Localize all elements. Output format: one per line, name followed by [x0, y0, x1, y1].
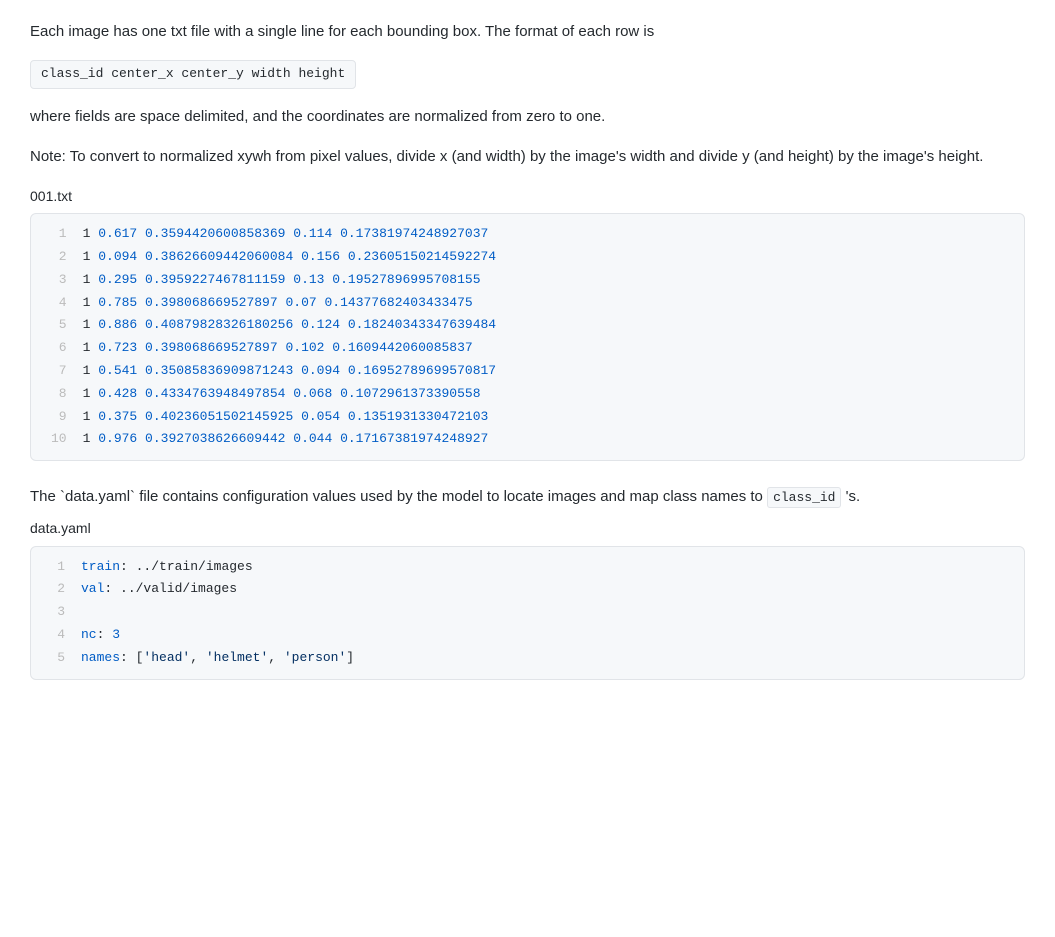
table-row: 4nc: 3 [31, 624, 1024, 647]
line-number: 2 [31, 246, 83, 269]
line-number: 7 [31, 360, 83, 383]
line-code: 1 0.295 0.3959227467811159 0.13 0.195278… [83, 269, 1024, 292]
line-number: 4 [31, 292, 83, 315]
table-row: 51 0.886 0.40879828326180256 0.124 0.182… [31, 314, 1024, 337]
intro-line2: where fields are space delimited, and th… [30, 105, 1025, 129]
yaml-code-block: 1train: ../train/images2val: ../valid/im… [30, 546, 1025, 680]
data-yaml-intro-after: 's. [846, 488, 861, 505]
table-row: 5names: ['head', 'helmet', 'person'] [31, 647, 1024, 679]
annotation-table: 11 0.617 0.3594420600858369 0.114 0.1738… [31, 214, 1024, 460]
line-number: 10 [31, 428, 83, 460]
table-row: 1train: ../train/images [31, 547, 1024, 579]
annotation-file-label: 001.txt [30, 185, 1025, 207]
yaml-file-label: data.yaml [30, 517, 1025, 539]
line-code: 1 0.094 0.38626609442060084 0.156 0.2360… [83, 246, 1024, 269]
line-code: train: ../train/images [81, 547, 1024, 579]
line-number: 9 [31, 406, 83, 429]
line-code: 1 0.723 0.398068669527897 0.102 0.160944… [83, 337, 1024, 360]
line-code: 1 0.617 0.3594420600858369 0.114 0.17381… [83, 214, 1024, 246]
table-row: 21 0.094 0.38626609442060084 0.156 0.236… [31, 246, 1024, 269]
line-code: 1 0.785 0.398068669527897 0.07 0.1437768… [83, 292, 1024, 315]
line-number: 5 [31, 647, 81, 679]
yaml-table: 1train: ../train/images2val: ../valid/im… [31, 547, 1024, 679]
class-id-inline-code: class_id [767, 487, 841, 508]
table-row: 2val: ../valid/images [31, 578, 1024, 601]
line-code: nc: 3 [81, 624, 1024, 647]
line-code: 1 0.375 0.40236051502145925 0.054 0.1351… [83, 406, 1024, 429]
table-row: 91 0.375 0.40236051502145925 0.054 0.135… [31, 406, 1024, 429]
line-code: 1 0.541 0.35085836909871243 0.094 0.1695… [83, 360, 1024, 383]
line-code: 1 0.428 0.4334763948497854 0.068 0.10729… [83, 383, 1024, 406]
line-number: 2 [31, 578, 81, 601]
data-yaml-intro-text: The `data.yaml` file contains configurat… [30, 485, 1025, 509]
annotation-code-block: 11 0.617 0.3594420600858369 0.114 0.1738… [30, 213, 1025, 461]
table-row: 81 0.428 0.4334763948497854 0.068 0.1072… [31, 383, 1024, 406]
table-row: 41 0.785 0.398068669527897 0.07 0.143776… [31, 292, 1024, 315]
line-code: val: ../valid/images [81, 578, 1024, 601]
table-row: 31 0.295 0.3959227467811159 0.13 0.19527… [31, 269, 1024, 292]
line-number: 3 [31, 269, 83, 292]
intro-note: Note: To convert to normalized xywh from… [30, 145, 1025, 169]
line-code [81, 601, 1024, 624]
intro-line1: Each image has one txt file with a singl… [30, 20, 1025, 44]
line-number: 4 [31, 624, 81, 647]
table-row: 11 0.617 0.3594420600858369 0.114 0.1738… [31, 214, 1024, 246]
line-number: 8 [31, 383, 83, 406]
line-code: 1 0.886 0.40879828326180256 0.124 0.1824… [83, 314, 1024, 337]
table-row: 71 0.541 0.35085836909871243 0.094 0.169… [31, 360, 1024, 383]
format-code: class_id center_x center_y width height [30, 60, 356, 89]
table-row: 61 0.723 0.398068669527897 0.102 0.16094… [31, 337, 1024, 360]
line-number: 5 [31, 314, 83, 337]
line-number: 1 [31, 214, 83, 246]
line-code: 1 0.976 0.3927038626609442 0.044 0.17167… [83, 428, 1024, 460]
table-row: 3 [31, 601, 1024, 624]
data-yaml-intro-before: The `data.yaml` file contains configurat… [30, 488, 763, 505]
table-row: 101 0.976 0.3927038626609442 0.044 0.171… [31, 428, 1024, 460]
line-number: 6 [31, 337, 83, 360]
line-number: 1 [31, 547, 81, 579]
line-code: names: ['head', 'helmet', 'person'] [81, 647, 1024, 679]
line-number: 3 [31, 601, 81, 624]
